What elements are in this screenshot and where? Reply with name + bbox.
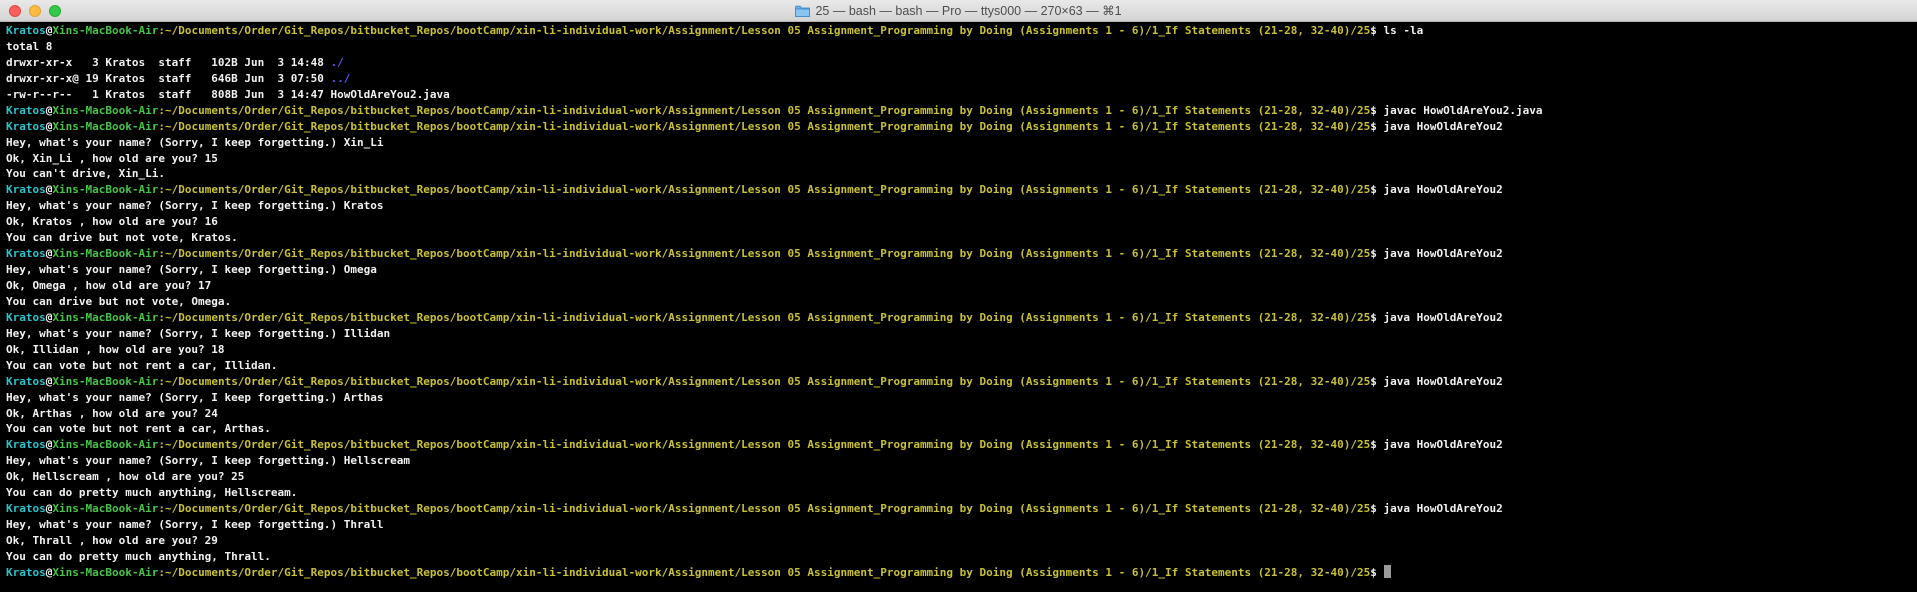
output-line: Ok, Xin_Li , how old are you? 15 xyxy=(6,151,218,165)
prompt-dollar: $ xyxy=(1370,103,1384,117)
directory-name: ./ xyxy=(330,55,344,69)
prompt-dollar: $ xyxy=(1370,438,1384,452)
prompt-dollar: $ xyxy=(1370,310,1384,324)
prompt-line: Kratos@Xins-MacBook-Air:~/Documents/Orde… xyxy=(6,374,1906,390)
prompt-path: :~/Documents/Order/Git_Repos/bitbucket_R… xyxy=(158,438,1371,452)
prompt-user: Kratos xyxy=(6,310,46,324)
prompt-dollar: $ xyxy=(1370,502,1384,516)
output-line: Ok, Kratos , how old are you? 16 xyxy=(6,215,218,229)
prompt-path: :~/Documents/Order/Git_Repos/bitbucket_R… xyxy=(158,119,1371,133)
title-bar[interactable]: 25 — bash — bash — Pro — ttys000 — 270×6… xyxy=(0,0,1917,22)
prompt-host: Xins-MacBook-Air xyxy=(52,502,159,516)
ls-entry-line: drwxr-xr-x@ 19 Kratos staff 646B Jun 3 0… xyxy=(6,71,1906,87)
prompt-path: :~/Documents/Order/Git_Repos/bitbucket_R… xyxy=(158,565,1371,579)
prompt-path: :~/Documents/Order/Git_Repos/bitbucket_R… xyxy=(158,183,1371,197)
prompt-line: Kratos@Xins-MacBook-Air:~/Documents/Orde… xyxy=(6,23,1906,39)
ls-entry-info: drwxr-xr-x 3 Kratos staff 102B Jun 3 14:… xyxy=(6,55,331,69)
command-text: javac HowOldAreYou2.java xyxy=(1383,103,1543,117)
output-line: You can vote but not rent a car, Illidan… xyxy=(6,358,278,372)
prompt-host: Xins-MacBook-Air xyxy=(52,438,159,452)
prompt-path: :~/Documents/Order/Git_Repos/bitbucket_R… xyxy=(158,374,1371,388)
output-line: You can drive but not vote, Kratos. xyxy=(6,231,238,245)
prompt-dollar: $ xyxy=(1370,24,1384,37)
output-line: Hey, what's your name? (Sorry, I keep fo… xyxy=(6,135,384,149)
output-line: Ok, Illidan , how old are you? 18 xyxy=(6,342,225,356)
output-line: -rw-r--r-- 1 Kratos staff 808B Jun 3 14:… xyxy=(6,87,450,101)
output-line: You can do pretty much anything, Thrall. xyxy=(6,549,271,563)
prompt-line: Kratos@Xins-MacBook-Air:~/Documents/Orde… xyxy=(6,310,1906,326)
prompt-path: :~/Documents/Order/Git_Repos/bitbucket_R… xyxy=(158,247,1371,261)
prompt-line: Kratos@Xins-MacBook-Air:~/Documents/Orde… xyxy=(6,564,1906,581)
command-text: java HowOldAreYou2 xyxy=(1383,247,1503,261)
prompt-dollar: $ xyxy=(1370,374,1384,388)
prompt-host: Xins-MacBook-Air xyxy=(52,565,159,579)
terminal-output[interactable]: Kratos@Xins-MacBook-Air:~/Documents/Orde… xyxy=(6,23,1906,589)
command-text: java HowOldAreYou2 xyxy=(1383,438,1503,452)
directory-name: ../ xyxy=(330,71,351,85)
command-text: ls -la xyxy=(1383,24,1424,37)
prompt-host: Xins-MacBook-Air xyxy=(52,103,159,117)
prompt-line: Kratos@Xins-MacBook-Air:~/Documents/Orde… xyxy=(6,437,1906,453)
output-line: Ok, Hellscream , how old are you? 25 xyxy=(6,470,245,484)
output-line: Ok, Omega , how old are you? 17 xyxy=(6,279,212,292)
command-text: java HowOldAreYou2 xyxy=(1383,310,1503,324)
output-line: Hey, what's your name? (Sorry, I keep fo… xyxy=(6,263,377,277)
output-line: Hey, what's your name? (Sorry, I keep fo… xyxy=(6,390,384,404)
prompt-line: Kratos@Xins-MacBook-Air:~/Documents/Orde… xyxy=(6,103,1906,119)
prompt-user: Kratos xyxy=(6,502,46,516)
prompt-path: :~/Documents/Order/Git_Repos/bitbucket_R… xyxy=(158,502,1371,516)
prompt-user: Kratos xyxy=(6,103,46,117)
prompt-line: Kratos@Xins-MacBook-Air:~/Documents/Orde… xyxy=(6,119,1906,135)
command-text: java HowOldAreYou2 xyxy=(1383,374,1503,388)
prompt-user: Kratos xyxy=(6,374,46,388)
output-line: You can do pretty much anything, Hellscr… xyxy=(6,486,298,500)
folder-icon xyxy=(795,5,811,17)
prompt-dollar: $ xyxy=(1370,247,1384,261)
prompt-dollar: $ xyxy=(1370,565,1384,579)
ls-entry-line: drwxr-xr-x 3 Kratos staff 102B Jun 3 14:… xyxy=(6,55,1906,71)
output-line: Hey, what's your name? (Sorry, I keep fo… xyxy=(6,326,391,340)
prompt-user: Kratos xyxy=(6,24,46,37)
output-line: You can vote but not rent a car, Arthas. xyxy=(6,422,271,436)
prompt-host: Xins-MacBook-Air xyxy=(52,183,159,197)
prompt-dollar: $ xyxy=(1370,183,1384,197)
prompt-host: Xins-MacBook-Air xyxy=(52,119,159,133)
scrollbar[interactable] xyxy=(1908,23,1917,589)
output-line: total 8 xyxy=(6,39,53,53)
output-line: Ok, Thrall , how old are you? 29 xyxy=(6,534,218,547)
prompt-user: Kratos xyxy=(6,119,46,133)
prompt-user: Kratos xyxy=(6,438,46,452)
output-line: Hey, what's your name? (Sorry, I keep fo… xyxy=(6,199,384,213)
window-title: 25 — bash — bash — Pro — ttys000 — 270×6… xyxy=(815,4,1122,18)
prompt-user: Kratos xyxy=(6,565,46,579)
prompt-host: Xins-MacBook-Air xyxy=(52,247,159,261)
prompt-path: :~/Documents/Order/Git_Repos/bitbucket_R… xyxy=(158,310,1371,324)
output-line: Hey, what's your name? (Sorry, I keep fo… xyxy=(6,454,410,468)
command-text: java HowOldAreYou2 xyxy=(1383,119,1503,133)
prompt-host: Xins-MacBook-Air xyxy=(52,374,159,388)
title-group: 25 — bash — bash — Pro — ttys000 — 270×6… xyxy=(0,0,1917,21)
prompt-path: :~/Documents/Order/Git_Repos/bitbucket_R… xyxy=(158,24,1371,37)
prompt-user: Kratos xyxy=(6,183,46,197)
text-cursor[interactable] xyxy=(1383,564,1391,578)
prompt-dollar: $ xyxy=(1370,119,1384,133)
ls-entry-info: drwxr-xr-x@ 19 Kratos staff 646B Jun 3 0… xyxy=(6,71,331,85)
prompt-user: Kratos xyxy=(6,247,46,261)
prompt-host: Xins-MacBook-Air xyxy=(52,310,159,324)
prompt-line: Kratos@Xins-MacBook-Air:~/Documents/Orde… xyxy=(6,182,1906,198)
output-line: You can drive but not vote, Omega. xyxy=(6,294,232,308)
command-text: java HowOldAreYou2 xyxy=(1383,183,1503,197)
output-line: Ok, Arthas , how old are you? 24 xyxy=(6,406,218,420)
prompt-line: Kratos@Xins-MacBook-Air:~/Documents/Orde… xyxy=(6,501,1906,517)
prompt-path: :~/Documents/Order/Git_Repos/bitbucket_R… xyxy=(158,103,1371,117)
prompt-line: Kratos@Xins-MacBook-Air:~/Documents/Orde… xyxy=(6,246,1906,262)
command-text: java HowOldAreYou2 xyxy=(1383,502,1503,516)
terminal-window: 25 — bash — bash — Pro — ttys000 — 270×6… xyxy=(0,0,1917,592)
output-line: You can't drive, Xin_Li. xyxy=(6,167,165,181)
output-line: Hey, what's your name? (Sorry, I keep fo… xyxy=(6,518,384,532)
prompt-host: Xins-MacBook-Air xyxy=(52,24,159,37)
